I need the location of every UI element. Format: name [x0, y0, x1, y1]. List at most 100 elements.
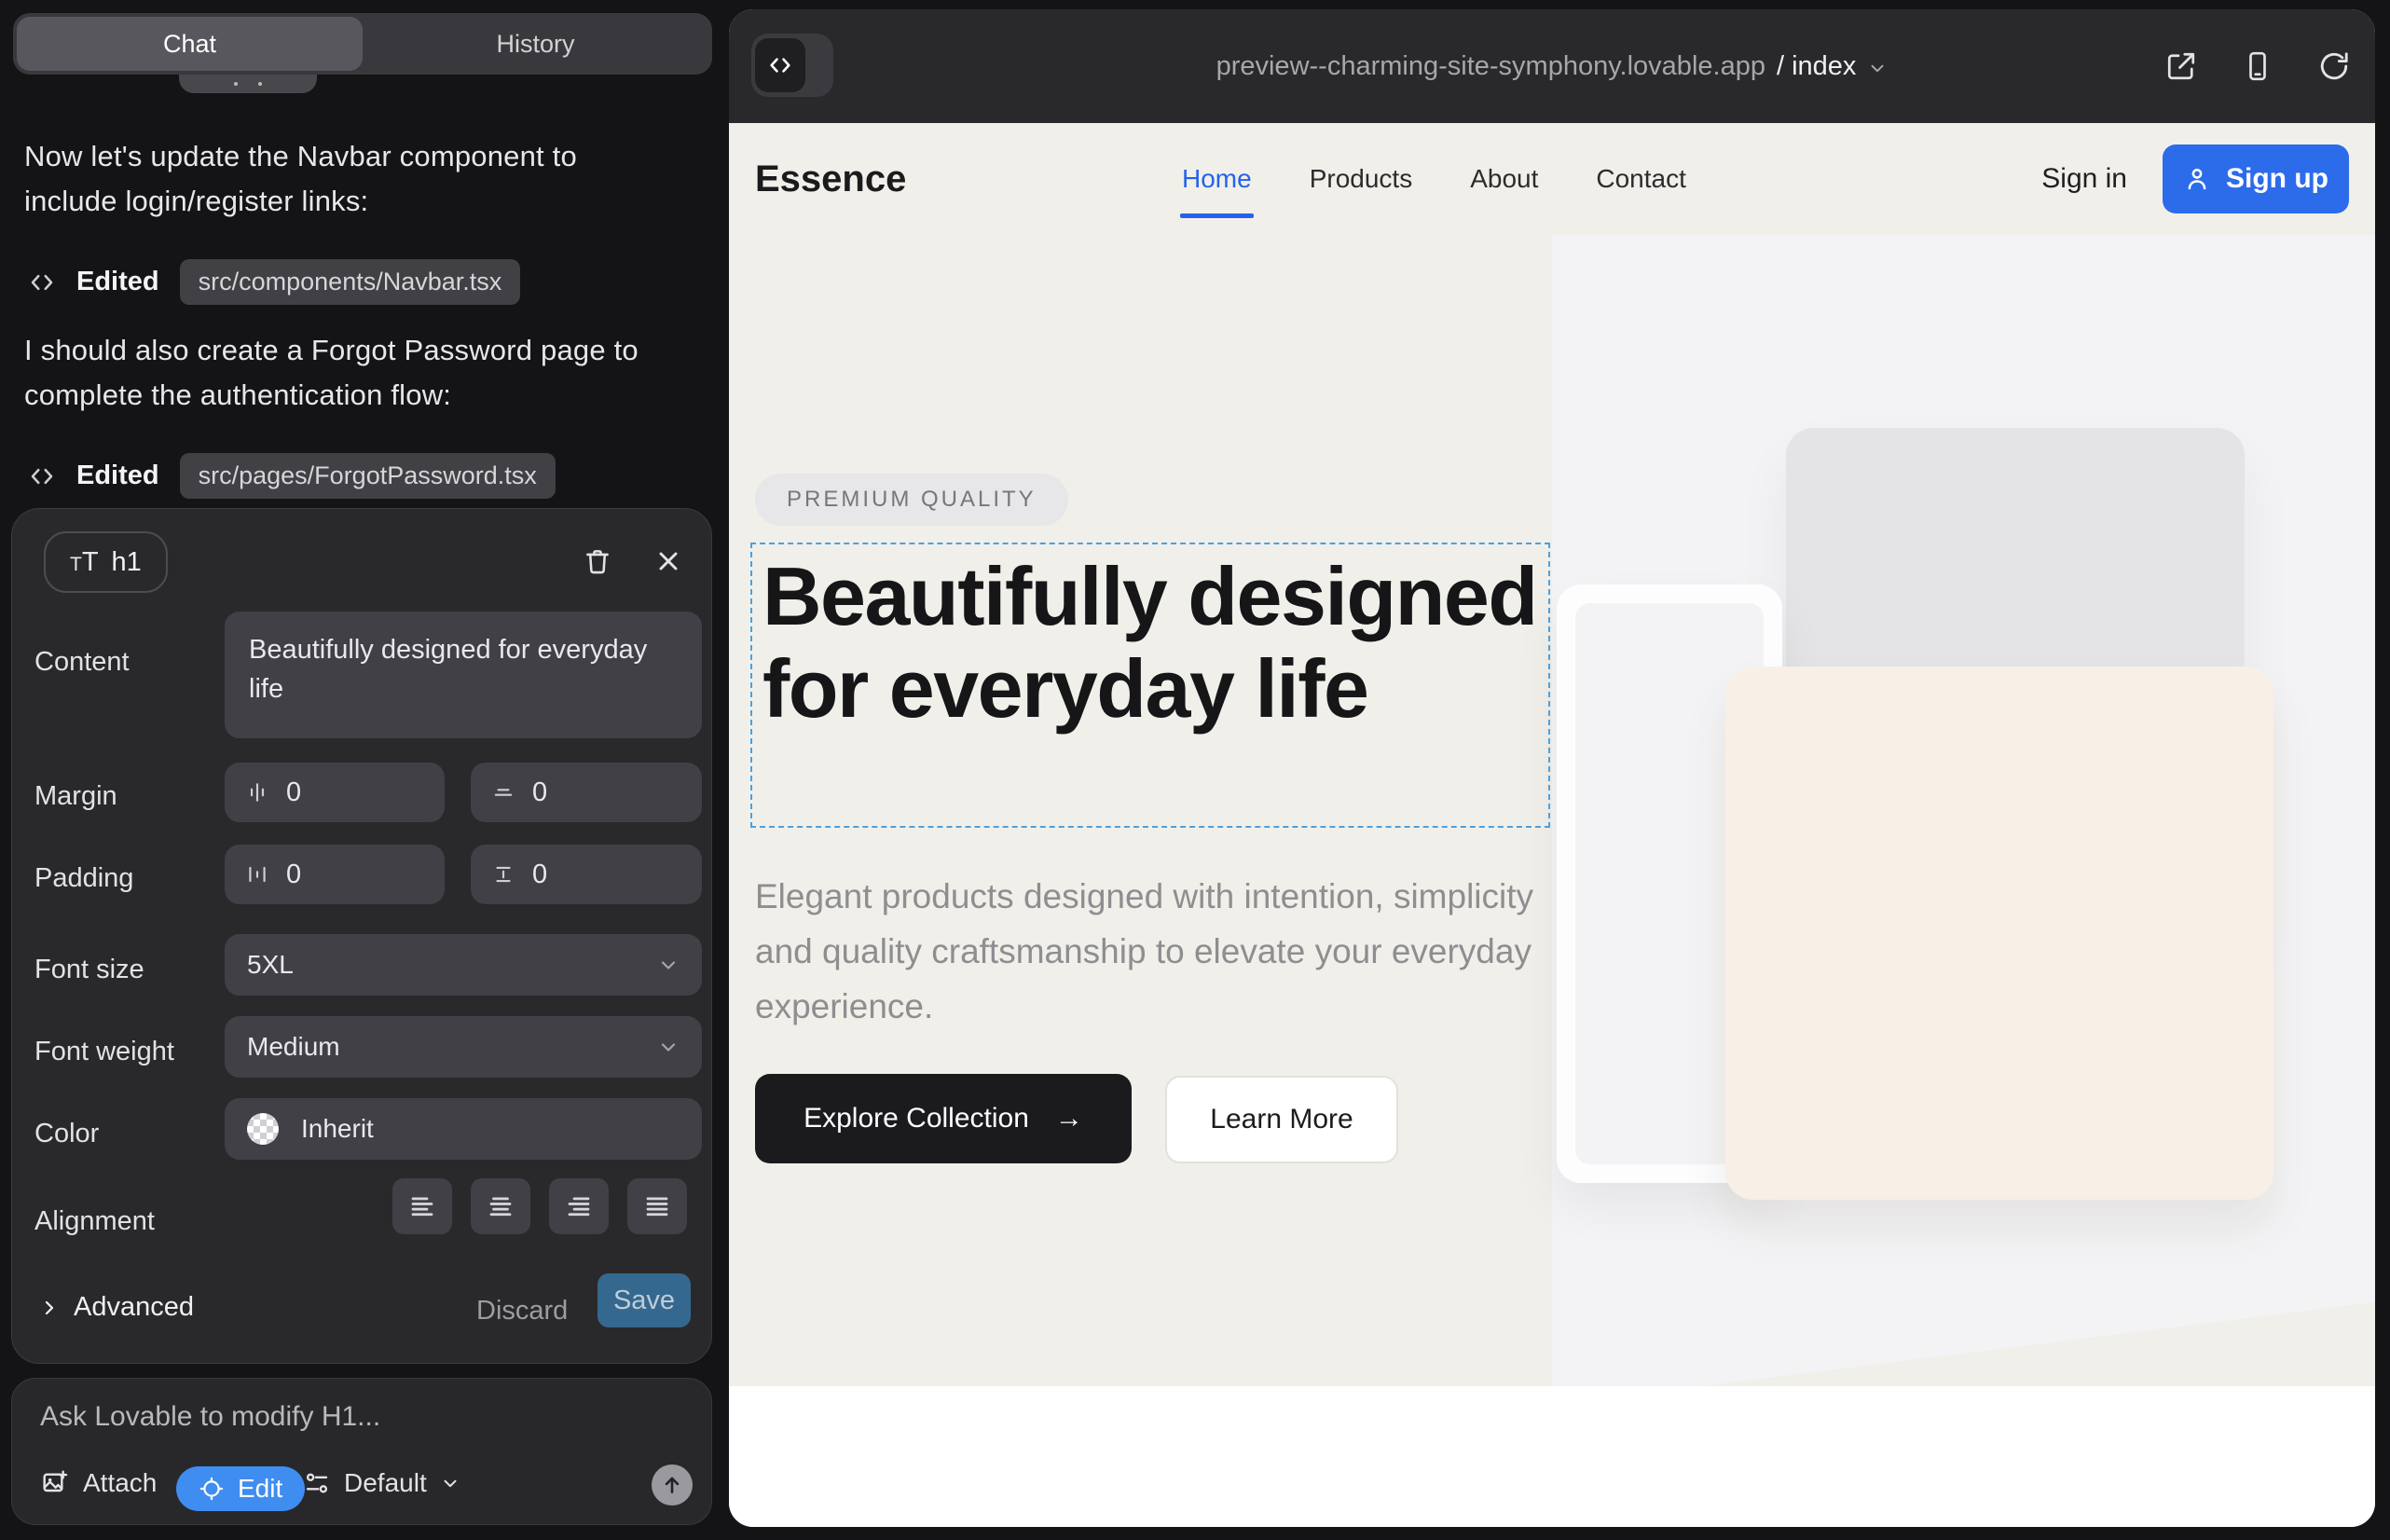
sliders-icon: [303, 1469, 331, 1497]
arrow-right-icon: →: [1055, 1103, 1083, 1134]
nav-link-home[interactable]: Home: [1182, 164, 1252, 194]
refresh-button[interactable]: [2315, 48, 2353, 85]
explore-collection-button[interactable]: Explore Collection →: [755, 1074, 1132, 1163]
edited-label: Edited: [76, 461, 159, 491]
preview-topbar: preview--charming-site-symphony.lovable.…: [729, 9, 2375, 123]
chevron-down-icon: [440, 1473, 460, 1493]
tab-history[interactable]: History: [363, 17, 708, 71]
element-editor-panel: TT h1 Content Beautifully designed for e…: [11, 508, 712, 1364]
code-icon: [28, 268, 56, 296]
file-chip[interactable]: src/components/Navbar.tsx: [180, 259, 521, 305]
explore-collection-label: Explore Collection: [804, 1103, 1029, 1134]
default-mode-button[interactable]: Default: [303, 1468, 460, 1498]
refresh-icon: [2317, 49, 2351, 83]
padding-x-field[interactable]: [225, 845, 445, 904]
trash-icon: [582, 545, 613, 577]
align-right-button[interactable]: [549, 1178, 609, 1234]
url-bar[interactable]: preview--charming-site-symphony.lovable.…: [729, 9, 2375, 123]
learn-more-button[interactable]: Learn More: [1165, 1076, 1398, 1163]
close-editor-button[interactable]: [648, 541, 689, 582]
chevron-down-icon: [657, 1036, 680, 1058]
nav-link-about[interactable]: About: [1470, 164, 1538, 194]
code-view-toggle[interactable]: [751, 34, 833, 97]
font-size-label: Font size: [34, 955, 144, 985]
nav-link-products[interactable]: Products: [1310, 164, 1413, 194]
align-right-icon: [565, 1192, 593, 1220]
file-chip[interactable]: src/pages/ForgotPassword.tsx: [180, 453, 556, 499]
font-size-value: 5XL: [247, 950, 294, 980]
edited-file-row[interactable]: Edited src/pages/ForgotPassword.tsx: [28, 453, 556, 499]
margin-y-field[interactable]: [471, 763, 702, 822]
font-weight-label: Font weight: [34, 1037, 174, 1067]
margin-vertical-icon: [491, 780, 515, 804]
element-tag-pill: TT h1: [44, 531, 168, 593]
hero-paragraph[interactable]: Elegant products designed with intention…: [755, 869, 1575, 1034]
nav-link-contact[interactable]: Contact: [1596, 164, 1686, 194]
element-tag-label: h1: [112, 547, 142, 578]
padding-vertical-icon: [491, 862, 515, 887]
margin-horizontal-icon: [245, 780, 269, 804]
target-icon: [199, 1476, 225, 1502]
save-button[interactable]: Save: [598, 1273, 691, 1327]
alignment-label: Alignment: [34, 1206, 155, 1237]
content-textarea[interactable]: Beautifully designed for everyday life: [225, 612, 702, 738]
site-brand[interactable]: Essence: [755, 158, 906, 200]
hero-headline[interactable]: Beautifully designed for everyday life: [762, 550, 1542, 735]
external-link-icon: [2164, 49, 2198, 83]
clipped-message-chip: [179, 75, 317, 93]
color-swatch: [247, 1113, 279, 1145]
advanced-toggle[interactable]: Advanced: [38, 1292, 194, 1323]
close-icon: [653, 546, 683, 576]
image-plus-icon: [40, 1468, 70, 1498]
prompt-input[interactable]: [40, 1401, 655, 1433]
send-button[interactable]: [652, 1464, 693, 1506]
code-icon: [28, 462, 56, 490]
sign-up-label: Sign up: [2226, 163, 2328, 195]
padding-y-input[interactable]: [532, 859, 644, 890]
chevron-down-icon: [1867, 58, 1888, 78]
chat-message: I should also create a Forgot Password p…: [24, 328, 671, 418]
discard-button[interactable]: Discard: [476, 1296, 568, 1327]
padding-y-field[interactable]: [471, 845, 702, 904]
margin-x-field[interactable]: [225, 763, 445, 822]
url-domain: preview--charming-site-symphony.lovable.…: [1216, 51, 1765, 82]
open-in-new-tab-button[interactable]: [2163, 48, 2200, 85]
padding-horizontal-icon: [245, 862, 269, 887]
color-select[interactable]: Inherit: [225, 1098, 702, 1160]
chevron-down-icon: [657, 954, 680, 976]
edited-label: Edited: [76, 267, 159, 297]
arrow-up-icon: [660, 1473, 684, 1497]
font-weight-select[interactable]: Medium: [225, 1016, 702, 1078]
margin-label: Margin: [34, 781, 117, 812]
font-size-select[interactable]: 5XL: [225, 934, 702, 996]
align-center-icon: [487, 1192, 515, 1220]
sign-in-link[interactable]: Sign in: [2041, 163, 2127, 195]
url-path: / index: [1777, 51, 1856, 82]
margin-x-input[interactable]: [286, 777, 398, 808]
attach-label: Attach: [83, 1468, 157, 1498]
align-justify-button[interactable]: [627, 1178, 687, 1234]
user-icon: [2183, 165, 2211, 193]
tab-chat[interactable]: Chat: [17, 17, 363, 71]
delete-element-button[interactable]: [577, 541, 618, 582]
color-value: Inherit: [301, 1114, 374, 1144]
font-weight-value: Medium: [247, 1032, 340, 1062]
code-icon: [755, 38, 805, 92]
sign-up-button[interactable]: Sign up: [2163, 144, 2349, 213]
chevron-right-icon: [38, 1297, 61, 1319]
site-navbar: Essence Home Products About Contact Sign…: [755, 123, 2349, 235]
margin-y-input[interactable]: [532, 777, 644, 808]
edited-file-row[interactable]: Edited src/components/Navbar.tsx: [28, 259, 520, 305]
chat-history-tabbar: Chat History: [13, 13, 712, 75]
align-left-button[interactable]: [392, 1178, 452, 1234]
padding-x-input[interactable]: [286, 859, 398, 890]
site-nav-links: Home Products About Contact: [1182, 164, 1686, 194]
align-justify-icon: [643, 1192, 671, 1220]
mobile-view-button[interactable]: [2239, 48, 2276, 85]
default-label: Default: [344, 1468, 427, 1498]
edit-mode-button[interactable]: Edit: [176, 1466, 305, 1511]
padding-label: Padding: [34, 863, 133, 894]
content-label: Content: [34, 647, 130, 678]
align-center-button[interactable]: [471, 1178, 530, 1234]
attach-button[interactable]: Attach: [40, 1468, 157, 1498]
